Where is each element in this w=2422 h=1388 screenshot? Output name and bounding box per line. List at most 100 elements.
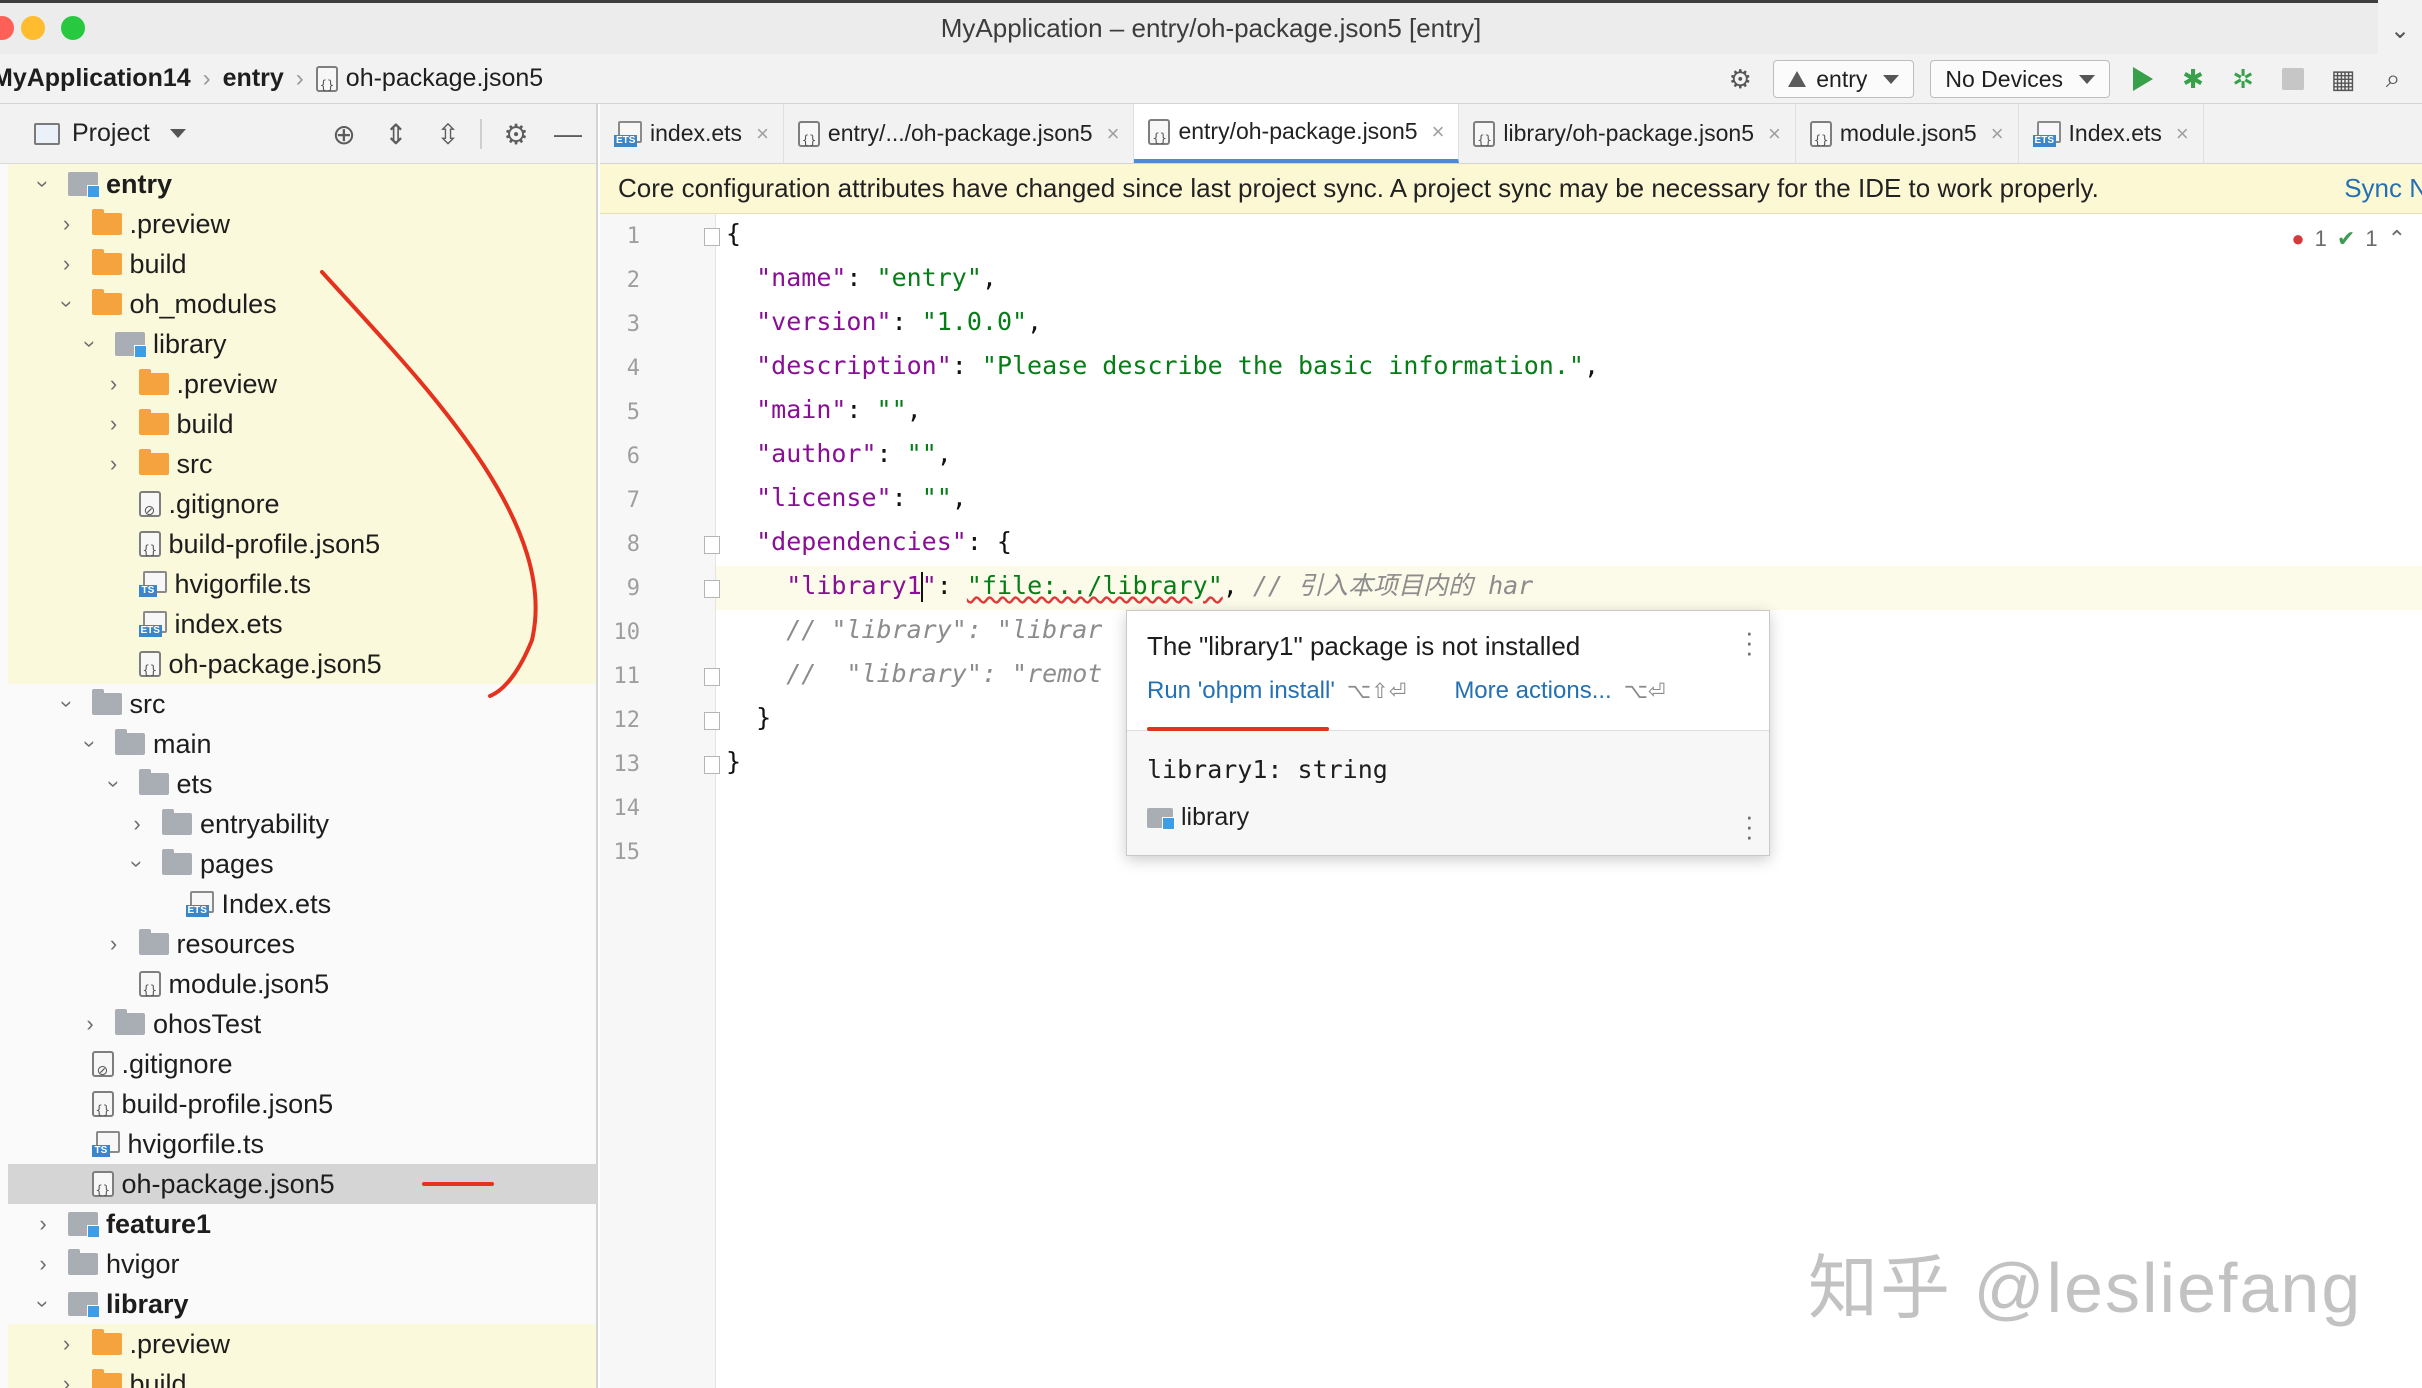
tabs-overflow-chevron-icon[interactable]: ⌄	[2378, 0, 2422, 60]
chevron-down-icon[interactable]: ›	[54, 693, 80, 715]
chevron-up-icon[interactable]: ⌃	[2388, 226, 2406, 252]
tree-item[interactable]: › .preview	[8, 1324, 596, 1364]
code-line[interactable]: // "library": "remot	[726, 652, 1102, 696]
chevron-right-icon[interactable]: ›	[32, 1251, 54, 1277]
tree-item[interactable]: › build	[8, 404, 596, 444]
tree-item[interactable]: › resources	[8, 924, 596, 964]
run-ohpm-install-link[interactable]: Run 'ohpm install'	[1147, 677, 1335, 705]
attach-debugger-button[interactable]: ✲	[2224, 60, 2262, 98]
fold-marker-icon[interactable]	[704, 668, 720, 686]
code-line[interactable]: "license": "",	[726, 476, 967, 520]
chevron-down-icon[interactable]: ›	[54, 293, 80, 315]
close-tab-icon[interactable]: ×	[756, 121, 769, 147]
close-tab-icon[interactable]: ×	[2176, 121, 2189, 147]
code-line[interactable]: "main": "",	[726, 388, 922, 432]
search-button[interactable]: ⌕	[2374, 60, 2412, 98]
tree-item[interactable]: › library	[8, 1284, 596, 1324]
gear-icon[interactable]: ⚙	[498, 116, 534, 152]
tree-item[interactable]: › feature1	[8, 1204, 596, 1244]
fold-marker-icon[interactable]	[704, 228, 720, 246]
popup-more-icon[interactable]: · · ·	[1745, 619, 1754, 665]
tree-item[interactable]: ›.gitignore	[8, 484, 596, 524]
code-line[interactable]: {	[726, 212, 741, 256]
collapse-all-icon[interactable]: ⇳	[430, 116, 466, 152]
chevron-right-icon[interactable]: ›	[126, 811, 148, 837]
run-button[interactable]	[2124, 60, 2162, 98]
code-line[interactable]: "library1": "file:../library", // 引入本项目内…	[726, 564, 1533, 608]
stop-button[interactable]	[2274, 60, 2312, 98]
code-line[interactable]: "name": "entry",	[726, 256, 997, 300]
editor-tab[interactable]: ETS Index.ets ×	[2019, 104, 2204, 163]
chevron-down-icon[interactable]: ›	[124, 853, 150, 875]
fold-marker-icon[interactable]	[704, 536, 720, 554]
tree-item[interactable]: ›ETSindex.ets	[8, 604, 596, 644]
target-settings-icon[interactable]: ⚙	[1721, 60, 1759, 98]
tree-item[interactable]: ›ETSIndex.ets	[8, 884, 596, 924]
chevron-down-icon[interactable]	[169, 129, 186, 138]
run-configuration-select[interactable]: entry	[1773, 60, 1915, 98]
tree-item[interactable]: ›build-profile.json5	[8, 524, 596, 564]
chevron-right-icon[interactable]: ›	[56, 211, 78, 237]
breadcrumb-project[interactable]: MyApplication14	[0, 64, 191, 93]
tree-item[interactable]: › entry	[8, 164, 596, 204]
tree-item[interactable]: ›oh-package.json5	[8, 1164, 596, 1204]
chevron-right-icon[interactable]: ›	[103, 931, 125, 957]
code-line[interactable]: "version": "1.0.0",	[726, 300, 1042, 344]
code-line[interactable]: "description": "Please describe the basi…	[726, 344, 1599, 388]
code-line[interactable]: "author": "",	[726, 432, 952, 476]
editor-tab[interactable]: ETS index.ets ×	[600, 104, 784, 163]
code-line[interactable]: }	[726, 740, 741, 784]
device-select[interactable]: No Devices	[1930, 60, 2110, 98]
tree-item[interactable]: › src	[8, 684, 596, 724]
tree-item[interactable]: ›module.json5	[8, 964, 596, 1004]
sync-now-link[interactable]: Sync N	[2344, 173, 2422, 204]
chevron-down-icon[interactable]: ›	[77, 333, 103, 355]
tree-item[interactable]: › ohosTest	[8, 1004, 596, 1044]
tree-item[interactable]: › hvigor	[8, 1244, 596, 1284]
project-panel-title[interactable]: Project	[72, 119, 150, 148]
chevron-down-icon[interactable]: ›	[30, 1293, 56, 1315]
tree-item[interactable]: › ets	[8, 764, 596, 804]
tree-item[interactable]: › library	[8, 324, 596, 364]
tree-item[interactable]: › oh_modules	[8, 284, 596, 324]
fold-marker-icon[interactable]	[704, 580, 720, 598]
chevron-right-icon[interactable]: ›	[56, 1371, 78, 1388]
locate-file-icon[interactable]: ⊕	[326, 116, 362, 152]
chevron-right-icon[interactable]: ›	[56, 251, 78, 277]
tree-item[interactable]: ›oh-package.json5	[8, 644, 596, 684]
chevron-down-icon[interactable]: ›	[30, 173, 56, 195]
chevron-right-icon[interactable]: ›	[79, 1011, 101, 1037]
tree-item[interactable]: ›TShvigorfile.ts	[8, 1124, 596, 1164]
expand-all-icon[interactable]: ⇕	[378, 116, 414, 152]
tree-item[interactable]: › .preview	[8, 204, 596, 244]
fold-marker-icon[interactable]	[704, 712, 720, 730]
hide-panel-icon[interactable]: —	[550, 116, 586, 152]
tree-item[interactable]: ›build-profile.json5	[8, 1084, 596, 1124]
editor-tab[interactable]: module.json5 ×	[1796, 104, 2019, 163]
close-tab-icon[interactable]: ×	[1768, 121, 1781, 147]
code-line[interactable]: // "library": "librar	[726, 608, 1102, 652]
editor-tab[interactable]: entry/oh-package.json5 ×	[1134, 104, 1460, 163]
chevron-right-icon[interactable]: ›	[56, 1331, 78, 1357]
breadcrumb-module[interactable]: entry	[223, 64, 284, 93]
tree-item[interactable]: › entryability	[8, 804, 596, 844]
chevron-right-icon[interactable]: ›	[103, 371, 125, 397]
editor-tab[interactable]: entry/.../oh-package.json5 ×	[784, 104, 1135, 163]
close-tab-icon[interactable]: ×	[1432, 119, 1445, 145]
more-actions-link[interactable]: More actions...	[1454, 677, 1611, 705]
editor-tab[interactable]: library/oh-package.json5 ×	[1459, 104, 1796, 163]
popup-more-icon[interactable]: · · ·	[1745, 803, 1754, 849]
tree-item[interactable]: › pages	[8, 844, 596, 884]
tree-item[interactable]: ›.gitignore	[8, 1044, 596, 1084]
close-tab-icon[interactable]: ×	[1991, 121, 2004, 147]
code-line[interactable]: }	[726, 696, 771, 740]
debug-button[interactable]: ✱	[2174, 60, 2212, 98]
tree-item[interactable]: ›TShvigorfile.ts	[8, 564, 596, 604]
tree-item[interactable]: › build	[8, 244, 596, 284]
tree-item[interactable]: › .preview	[8, 364, 596, 404]
close-tab-icon[interactable]: ×	[1107, 121, 1120, 147]
fold-marker-icon[interactable]	[704, 756, 720, 774]
project-structure-button[interactable]: ▦	[2324, 60, 2362, 98]
chevron-down-icon[interactable]: ›	[77, 733, 103, 755]
chevron-down-icon[interactable]: ›	[101, 773, 127, 795]
